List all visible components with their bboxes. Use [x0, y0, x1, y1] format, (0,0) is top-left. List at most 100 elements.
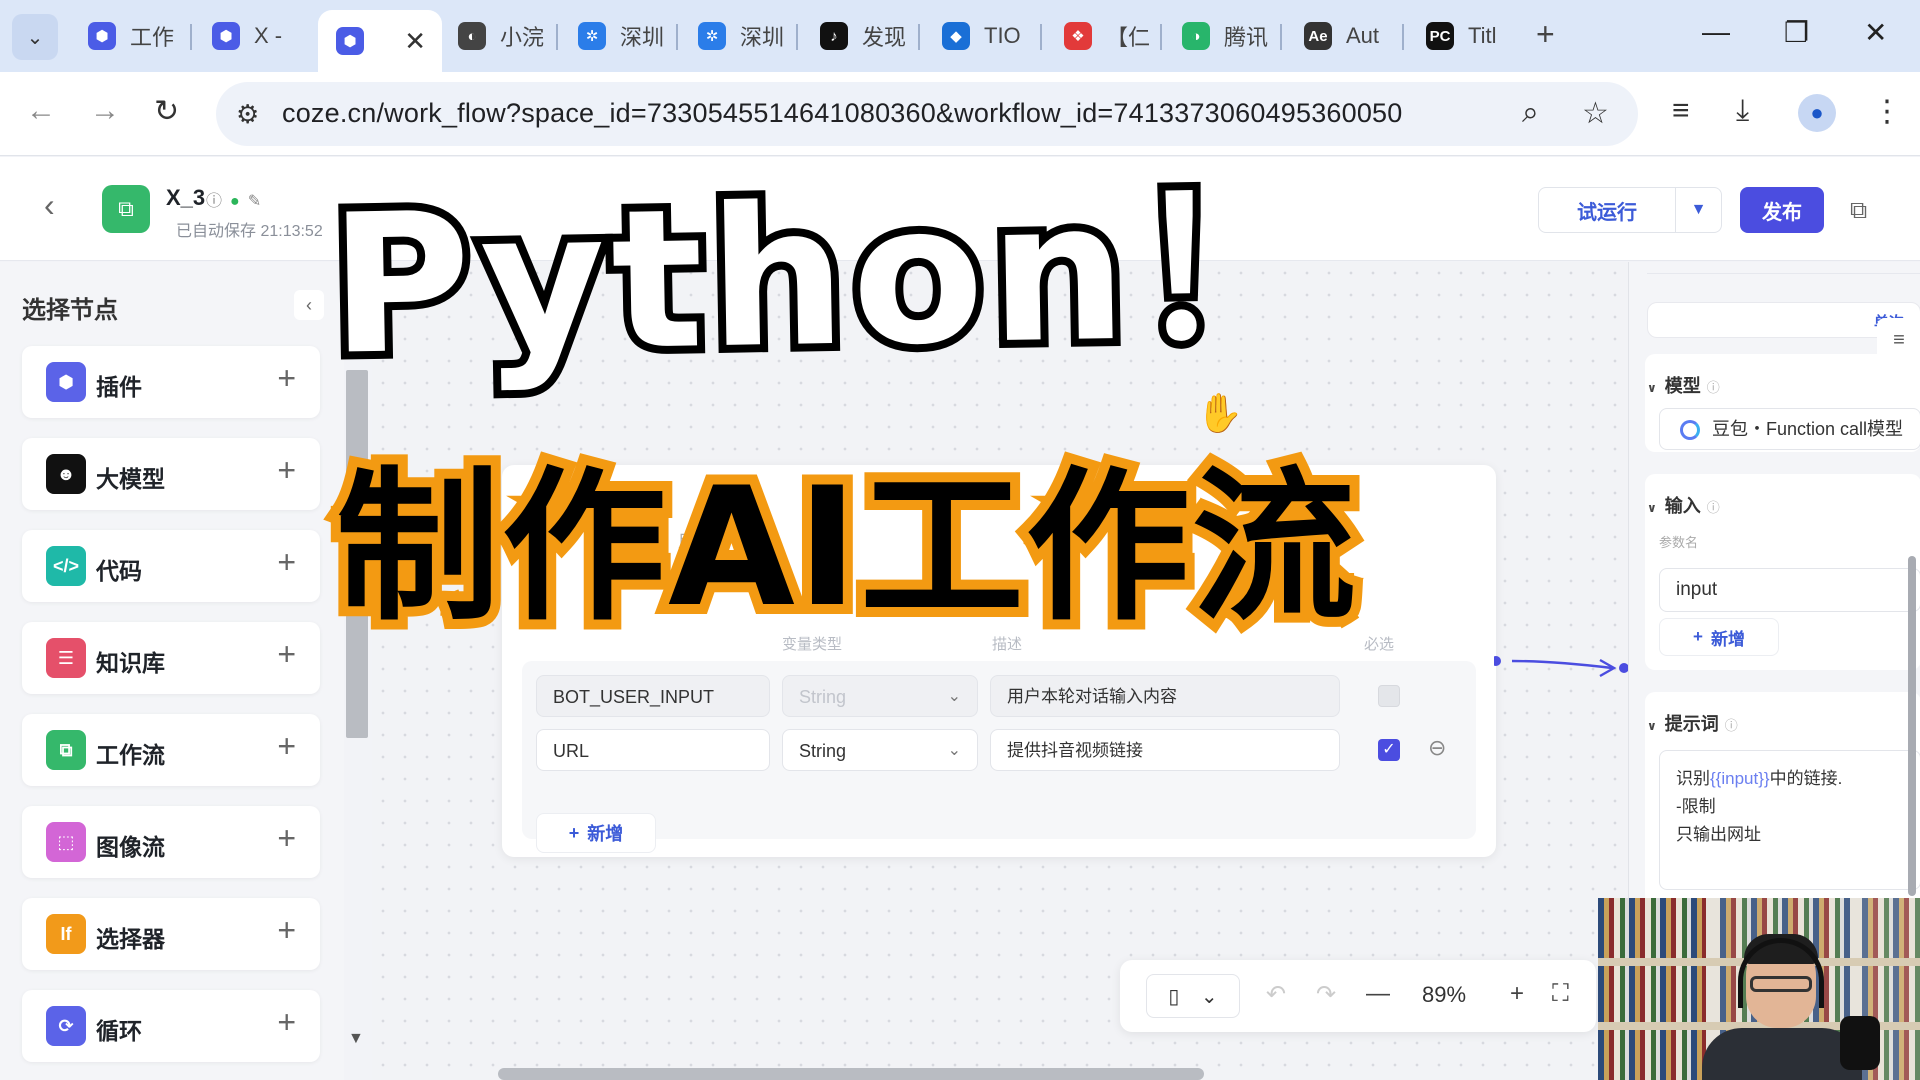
- node-card[interactable]: </> 代码 +: [22, 530, 320, 602]
- tab-favicon-icon: ✲: [578, 22, 606, 50]
- more-menu-icon[interactable]: ⋮: [1872, 94, 1902, 129]
- add-node-icon[interactable]: +: [277, 544, 296, 581]
- chevron-down-icon: ⌄: [947, 742, 961, 759]
- close-window-button[interactable]: ✕: [1864, 16, 1887, 49]
- browser-tab[interactable]: ♪ 发现: [802, 10, 914, 62]
- browser-tab[interactable]: ✲ 深圳: [680, 10, 792, 62]
- tab-title: 【仁: [1106, 25, 1151, 50]
- node-card[interactable]: ☻ 大模型 +: [22, 438, 320, 510]
- add-node-icon[interactable]: +: [277, 452, 296, 489]
- back-chevron-icon[interactable]: ‹: [44, 187, 55, 224]
- param-name-field[interactable]: URL: [536, 729, 770, 771]
- overlay-title-python: Python！: [320, 149, 1340, 405]
- add-param-button[interactable]: + 新增: [536, 813, 656, 853]
- tab-title: Titl: [1468, 23, 1497, 48]
- zoom-level[interactable]: 89%: [1422, 982, 1466, 1008]
- redo-icon[interactable]: ↷: [1316, 980, 1336, 1009]
- browser-tab[interactable]: ⬢ 工作: [70, 10, 186, 62]
- zoom-in-icon[interactable]: +: [1510, 980, 1524, 1008]
- browser-tab[interactable]: ❖ 【仁: [1046, 10, 1156, 62]
- node-card[interactable]: If 选择器 +: [22, 898, 320, 970]
- edit-icon[interactable]: ✎: [248, 193, 269, 210]
- trial-run-dropdown-icon[interactable]: ▼: [1676, 187, 1722, 233]
- connection-edge[interactable]: [1494, 656, 1634, 682]
- node-type-icon: ☻: [46, 454, 86, 494]
- reload-icon[interactable]: ↻: [154, 94, 179, 129]
- add-node-icon[interactable]: +: [277, 728, 296, 765]
- trial-run-button[interactable]: 试运行: [1538, 187, 1676, 233]
- node-label: 插件: [96, 374, 142, 400]
- collapse-panel-icon[interactable]: ‹: [294, 290, 324, 320]
- canvas-horizontal-scrollbar[interactable]: [498, 1068, 1204, 1080]
- right-panel-scrollbar[interactable]: [1908, 556, 1916, 896]
- tab-separator: [1402, 24, 1404, 50]
- add-node-icon[interactable]: +: [277, 1004, 296, 1041]
- node-label: 循环: [96, 1018, 142, 1044]
- profile-avatar-icon[interactable]: ●: [1798, 94, 1836, 132]
- doubao-logo-icon: [1680, 420, 1700, 440]
- add-node-icon[interactable]: +: [277, 820, 296, 857]
- fit-view-icon[interactable]: ⛶: [1552, 980, 1569, 1008]
- tab-favicon-icon: ⬢: [336, 27, 364, 55]
- media-control-icon[interactable]: ≡: [1672, 94, 1690, 128]
- scroll-down-arrow-icon[interactable]: ▼: [348, 1030, 364, 1048]
- tab-search-dropdown[interactable]: ⌄: [12, 14, 58, 60]
- back-arrow-icon[interactable]: ←: [26, 94, 56, 128]
- browser-tab[interactable]: ⬢ X -: [194, 10, 310, 62]
- required-checkbox[interactable]: ✓: [1378, 739, 1400, 761]
- node-card[interactable]: ⬢ 插件 +: [22, 346, 320, 418]
- node-card[interactable]: ⬚ 图像流 +: [22, 806, 320, 878]
- add-node-icon[interactable]: +: [277, 360, 296, 397]
- published-check-icon: ●: [230, 193, 248, 210]
- zoom-search-icon[interactable]: ⌕: [1522, 96, 1539, 130]
- restore-button[interactable]: ❐: [1784, 16, 1809, 49]
- tab-close-icon[interactable]: ✕: [404, 26, 426, 57]
- download-icon[interactable]: ⤓: [1736, 94, 1749, 128]
- node-label: 大模型: [96, 466, 165, 492]
- add-input-button[interactable]: + 新增: [1659, 618, 1779, 656]
- add-node-icon[interactable]: +: [277, 636, 296, 673]
- new-tab-button[interactable]: +: [1536, 16, 1555, 53]
- microphone: [1840, 1016, 1880, 1070]
- browser-tab[interactable]: PC Titl: [1408, 10, 1520, 62]
- chevron-down-icon: ⌄: [1200, 985, 1218, 1008]
- node-type-icon: ☰: [46, 638, 86, 678]
- add-node-icon[interactable]: +: [277, 912, 296, 949]
- browser-tab[interactable]: ✲ 深圳: [560, 10, 672, 62]
- prompt-editor[interactable]: 识别{{input}}中的链接. -限制 只输出网址: [1659, 750, 1920, 890]
- browser-tab[interactable]: ⬢ ✕: [318, 10, 442, 72]
- node-card[interactable]: ⟳ 循环 +: [22, 990, 320, 1062]
- browser-toolbar: ← → ↻ ⚙ coze.cn/work_flow?space_id=73305…: [0, 72, 1920, 156]
- model-select[interactable]: 豆包・Function call模型: [1659, 408, 1920, 450]
- site-settings-icon[interactable]: ⚙: [236, 99, 259, 130]
- url-text[interactable]: coze.cn/work_flow?space_id=7330545514641…: [282, 98, 1403, 129]
- interaction-mode-select[interactable]: ▯ ⌄: [1146, 974, 1240, 1018]
- copy-icon[interactable]: ⧉: [1850, 197, 1867, 225]
- zoom-out-icon[interactable]: —: [1366, 980, 1390, 1008]
- panel-title: 选择节点: [22, 297, 118, 324]
- browser-tab[interactable]: ◐ 小浣: [440, 10, 552, 62]
- node-card[interactable]: ☰ 知识库 +: [22, 622, 320, 694]
- prompt-section-title[interactable]: ∨ 提示词 ⓘ: [1647, 710, 1738, 736]
- undo-icon[interactable]: ↶: [1266, 980, 1286, 1009]
- model-section-title[interactable]: ∨ 模型 ⓘ: [1647, 372, 1720, 398]
- input-param-field[interactable]: input: [1659, 568, 1920, 612]
- bookmark-star-icon[interactable]: ☆: [1582, 96, 1609, 131]
- publish-button[interactable]: 发布: [1740, 187, 1824, 233]
- browser-tab[interactable]: ◑ 腾讯: [1164, 10, 1276, 62]
- param-type-select: String ⌄: [782, 675, 978, 717]
- presenter-body: [1702, 1028, 1862, 1080]
- node-card[interactable]: ⧉ 工作流 +: [22, 714, 320, 786]
- param-description-field[interactable]: 提供抖音视频链接▲▼: [990, 729, 1779, 771]
- input-section-title[interactable]: ∨ 输入 ⓘ: [1647, 492, 1720, 518]
- param-type-select[interactable]: String ⌄: [782, 729, 978, 771]
- remove-param-icon[interactable]: ⊖: [1428, 735, 1446, 761]
- forward-arrow-icon[interactable]: →: [90, 94, 120, 128]
- browser-tab[interactable]: Ae Aut: [1286, 10, 1398, 62]
- minimize-button[interactable]: —: [1702, 16, 1730, 48]
- tab-favicon-icon: ◐: [458, 22, 486, 50]
- browser-tab[interactable]: ◆ TIO: [924, 10, 1036, 62]
- address-bar[interactable]: ⚙ coze.cn/work_flow?space_id=73305455146…: [216, 82, 1638, 146]
- tab-separator: [796, 24, 798, 50]
- info-icon[interactable]: ⓘ: [206, 193, 230, 210]
